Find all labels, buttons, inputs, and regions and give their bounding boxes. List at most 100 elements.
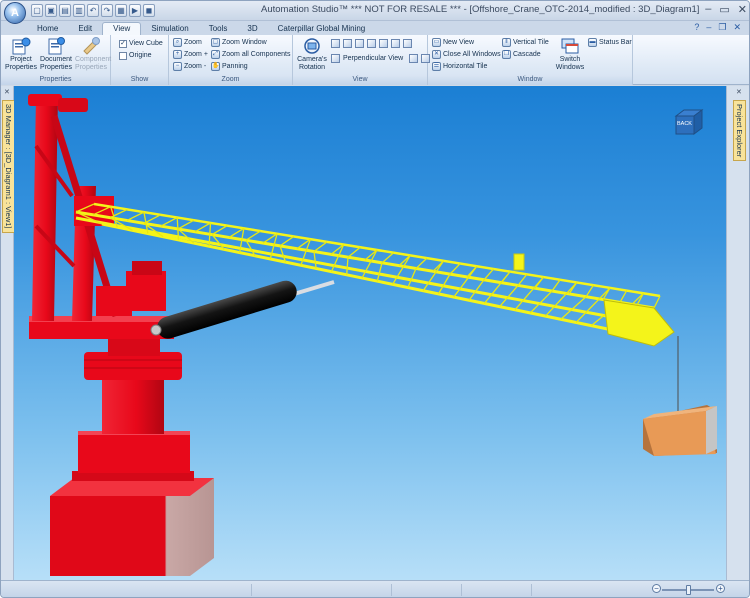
project-properties-button[interactable]: Project Properties	[5, 37, 37, 72]
project-explorer-panel-tab[interactable]: Project Explorer	[733, 100, 746, 162]
group-view: Camera's Rotation Perpendicular View Vie…	[293, 35, 431, 85]
hoist-cylinder	[150, 280, 335, 339]
close-windows-icon: ✕	[432, 50, 441, 59]
group-properties: Project Properties Document Properties C…	[1, 35, 111, 85]
origine-check[interactable]	[119, 51, 127, 60]
open-icon[interactable]: ▥	[73, 4, 85, 17]
close-all-windows-button[interactable]: ✕ Close All Windows	[432, 49, 501, 60]
status-bar: − +	[1, 580, 749, 597]
view-cube-check[interactable]: ✓	[119, 39, 127, 48]
origine-checkbox[interactable]: Origine	[119, 50, 152, 61]
group-label-show: Show	[111, 76, 168, 85]
doc-close-button[interactable]: ✕	[733, 22, 741, 33]
3d-viewport[interactable]: BACK	[14, 86, 726, 580]
perpendicular-view-button[interactable]: Perpendicular View	[331, 53, 431, 64]
app-logo-icon: A	[11, 7, 19, 19]
zoom-out-icon: −	[173, 62, 182, 71]
group-label-view: View	[293, 76, 427, 85]
view-cube[interactable]: BACK	[672, 108, 706, 136]
view-iso-icon[interactable]	[403, 39, 412, 48]
group-label-window: Window	[428, 76, 632, 85]
undo-icon[interactable]: ↶	[87, 4, 99, 17]
maximize-button[interactable]: ▭	[719, 3, 729, 16]
load-assembly	[643, 336, 717, 456]
group-zoom: ⌕ Zoom + Zoom + − Zoom - ▢ Zoom Window ⤢ Zoom…	[169, 35, 293, 85]
zoom-knob[interactable]	[686, 585, 691, 595]
right-panel-close-icon[interactable]: ✕	[736, 88, 742, 96]
zoom-window-button[interactable]: ▢ Zoom Window	[211, 37, 267, 48]
view-left-icon[interactable]	[355, 39, 364, 48]
view-top-icon[interactable]	[379, 39, 388, 48]
new-icon[interactable]: ▢	[31, 4, 43, 17]
view-back-icon[interactable]	[343, 39, 352, 48]
group-label-properties: Properties	[1, 76, 110, 85]
minimize-button[interactable]: –	[705, 3, 711, 16]
tab-caterpillar-global-mining[interactable]: Caterpillar Global Mining	[268, 23, 376, 35]
cascade-button[interactable]: ❐ Cascade	[502, 49, 541, 60]
ribbon: Project Properties Document Properties C…	[1, 35, 749, 85]
zoom-button[interactable]: ⌕ Zoom	[173, 37, 202, 48]
left-dock-strip: ✕ 3D Manager : [3D_Diagram1 : View1]	[1, 86, 15, 584]
switch-windows-button[interactable]: Switch Windows	[552, 37, 588, 72]
right-dock-strip: ✕ Project Explorer	[726, 86, 749, 584]
new-view-button[interactable]: ▭ New View	[432, 37, 474, 48]
tab-home[interactable]: Home	[27, 23, 68, 35]
zoom-icon: ⌕	[173, 38, 182, 47]
view-right-icon[interactable]	[367, 39, 376, 48]
tab-view[interactable]: View	[102, 22, 142, 35]
vertical-tile-button[interactable]: ‖ Vertical Tile	[502, 37, 549, 48]
hand-icon: ✋	[211, 62, 220, 71]
tab-simulation[interactable]: Simulation	[141, 23, 198, 35]
tab-3d[interactable]: 3D	[237, 23, 267, 35]
tab-tools[interactable]: Tools	[199, 23, 238, 35]
doc-minimize-button[interactable]: –	[706, 22, 711, 33]
horizontal-tile-button[interactable]: ☰ Horizontal Tile	[432, 61, 487, 72]
status-bar-icon: ▬	[588, 38, 597, 47]
document-properties-button[interactable]: Document Properties	[40, 37, 72, 72]
view-bottom-icon[interactable]	[391, 39, 400, 48]
vertical-tile-icon: ‖	[502, 38, 511, 47]
switch-windows-icon	[561, 38, 579, 54]
ribbon-tabs: Home Edit View Simulation Tools 3D Caterpillar…	[1, 21, 749, 35]
cascade-icon: ❐	[502, 50, 511, 59]
application-menu-button[interactable]: A	[4, 2, 26, 24]
document-properties-icon	[48, 37, 65, 55]
status-segment-2	[391, 584, 461, 596]
redo-icon[interactable]: ↷	[101, 4, 113, 17]
zoom-in-small-button[interactable]: +	[716, 584, 725, 593]
zoom-all-button[interactable]: ⤢ Zoom all Components	[211, 49, 290, 60]
zoom-slider[interactable]: − +	[652, 584, 726, 596]
camera-rotation-icon	[304, 38, 320, 54]
close-button[interactable]: ✕	[738, 3, 747, 16]
status-bar-button[interactable]: ▬ Status Bar	[588, 37, 632, 48]
stop-icon[interactable]: ◼	[143, 4, 155, 17]
standard-view-cubes	[331, 38, 413, 49]
window-controls: – ▭ ✕	[705, 3, 747, 16]
application-window: ▢ ▣ ▤ ▥ ↶ ↷ ▦ ▶ ◼ Automation Studio™ *** NOT FOR…	[0, 0, 750, 598]
new-view-icon: ▭	[432, 38, 441, 47]
title-bar: ▢ ▣ ▤ ▥ ↶ ↷ ▦ ▶ ◼ Automation Studio™ *** NOT FOR…	[1, 1, 749, 21]
camera-rotation-button[interactable]: Camera's Rotation	[295, 37, 329, 72]
zoom-in-icon: +	[173, 50, 182, 59]
help-icon[interactable]: ?	[694, 22, 699, 33]
component-properties-button[interactable]: Component Properties	[75, 37, 111, 72]
save-all-icon[interactable]: ▤	[59, 4, 71, 17]
print-icon[interactable]: ▦	[115, 4, 127, 17]
panning-button[interactable]: ✋ Panning	[211, 61, 248, 72]
save-icon[interactable]: ▣	[45, 4, 57, 17]
tab-edit[interactable]: Edit	[68, 23, 102, 35]
left-panel-close-icon[interactable]: ✕	[4, 88, 10, 96]
group-window: ▭ New View ✕ Close All Windows ☰ Horizontal…	[428, 35, 633, 85]
zoom-in-button[interactable]: + Zoom +	[173, 49, 208, 60]
run-icon[interactable]: ▶	[129, 4, 141, 17]
view-iso-left-icon[interactable]	[409, 54, 419, 63]
doc-restore-button[interactable]: ❐	[718, 22, 726, 33]
status-segment-3	[461, 584, 531, 596]
component-properties-icon	[83, 37, 100, 55]
zoom-window-icon: ▢	[211, 38, 220, 47]
zoom-out-small-button[interactable]: −	[652, 584, 661, 593]
view-cube-checkbox[interactable]: ✓ View Cube	[119, 38, 163, 49]
view-front-icon[interactable]	[331, 39, 340, 48]
crane-scene	[28, 94, 717, 576]
zoom-out-button[interactable]: − Zoom -	[173, 61, 206, 72]
